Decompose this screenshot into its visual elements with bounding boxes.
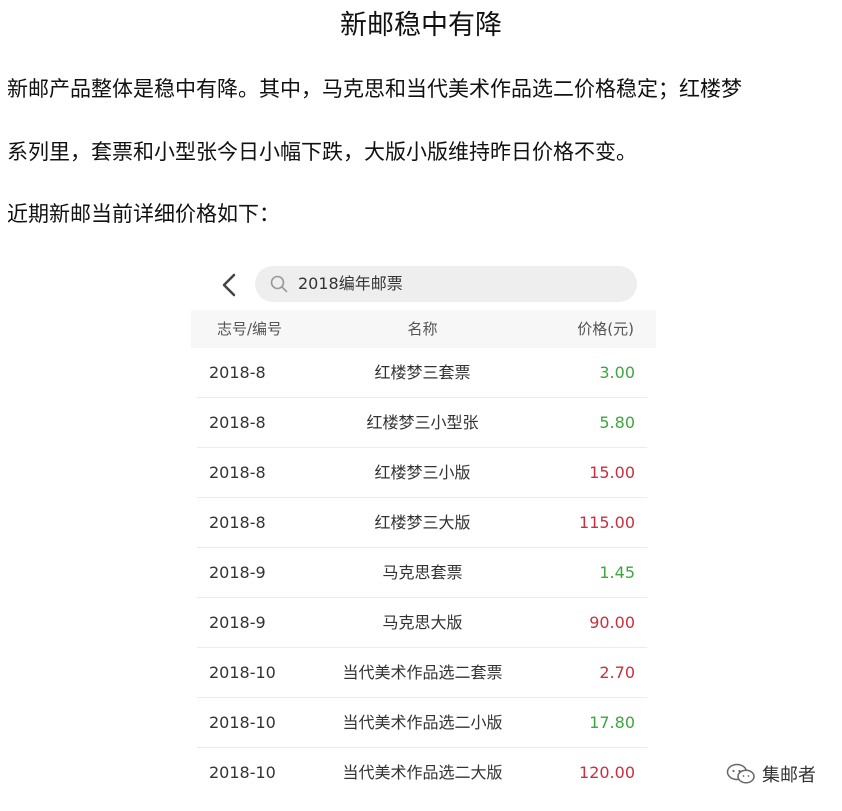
stamp-name: 马克思套票: [382, 563, 463, 582]
stamp-price: 17.80: [589, 713, 635, 732]
article-page: 新邮稳中有降 新邮产品整体是稳中有降。其中，马克思和当代美术作品选二价格稳定；红…: [0, 0, 842, 811]
price-table: 2018-8 红楼梦三套票 3.00 2018-8 红楼梦三小型张 5.80 2…: [197, 348, 647, 797]
stamp-price: 5.80: [599, 413, 635, 432]
table-row[interactable]: 2018-8 红楼梦三小型张 5.80: [197, 398, 647, 448]
header-code: 志号/编号: [217, 320, 283, 338]
article-title: 新邮稳中有降: [340, 10, 502, 41]
table-row[interactable]: 2018-8 红楼梦三小版 15.00: [197, 448, 647, 498]
table-row[interactable]: 2018-10 当代美术作品选二大版 120.00: [197, 748, 647, 797]
header-price: 价格(元): [577, 320, 634, 338]
search-input[interactable]: 2018编年邮票: [298, 266, 403, 302]
stamp-name: 红楼梦三小型张: [366, 413, 479, 432]
stamp-code: 2018-8: [209, 413, 266, 432]
table-row[interactable]: 2018-10 当代美术作品选二小版 17.80: [197, 698, 647, 748]
stamp-code: 2018-8: [209, 363, 266, 382]
stamp-code: 2018-10: [209, 713, 276, 732]
stamp-name: 当代美术作品选二大版: [342, 763, 503, 782]
chevron-left-icon: [222, 273, 236, 297]
table-header: 志号/编号 名称 价格(元): [191, 310, 656, 348]
search-icon: [270, 275, 288, 293]
stamp-name: 马克思大版: [382, 613, 463, 632]
stamp-price: 115.00: [579, 513, 635, 532]
paragraph-1-line-2: 系列里，套票和小型张今日小幅下跌，大版小版维持昨日价格不变。: [7, 140, 637, 164]
stamp-price: 90.00: [589, 613, 635, 632]
paragraph-1-line-1: 新邮产品整体是稳中有降。其中，马克思和当代美术作品选二价格稳定；红楼梦: [7, 77, 742, 101]
stamp-name: 当代美术作品选二小版: [342, 713, 503, 732]
table-row[interactable]: 2018-9 马克思套票 1.45: [197, 548, 647, 598]
stamp-name: 红楼梦三套票: [374, 363, 471, 382]
wechat-icon: [726, 763, 755, 784]
table-row[interactable]: 2018-9 马克思大版 90.00: [197, 598, 647, 648]
stamp-price: 3.00: [599, 363, 635, 382]
watermark: 集邮者: [726, 760, 816, 788]
table-row[interactable]: 2018-8 红楼梦三大版 115.00: [197, 498, 647, 548]
stamp-name: 当代美术作品选二套票: [342, 663, 503, 682]
stamp-price: 120.00: [579, 763, 635, 782]
back-button[interactable]: [217, 270, 243, 300]
header-name: 名称: [407, 320, 438, 338]
stamp-code: 2018-10: [209, 663, 276, 682]
stamp-code: 2018-9: [209, 613, 266, 632]
app-screenshot: 2018编年邮票 志号/编号 名称 价格(元) 2018-8 红楼梦三套票 3.…: [191, 258, 656, 811]
stamp-name: 红楼梦三大版: [374, 513, 471, 532]
search-bar[interactable]: 2018编年邮票: [255, 266, 637, 302]
stamp-code: 2018-8: [209, 513, 266, 532]
stamp-code: 2018-8: [209, 463, 266, 482]
stamp-code: 2018-10: [209, 763, 276, 782]
table-row[interactable]: 2018-10 当代美术作品选二套票 2.70: [197, 648, 647, 698]
stamp-name: 红楼梦三小版: [374, 463, 471, 482]
table-row[interactable]: 2018-8 红楼梦三套票 3.00: [197, 348, 647, 398]
stamp-price: 1.45: [599, 563, 635, 582]
stamp-code: 2018-9: [209, 563, 266, 582]
watermark-text: 集邮者: [762, 765, 816, 786]
stamp-price: 15.00: [589, 463, 635, 482]
stamp-price: 2.70: [599, 663, 635, 682]
paragraph-2: 近期新邮当前详细价格如下：: [7, 202, 280, 226]
